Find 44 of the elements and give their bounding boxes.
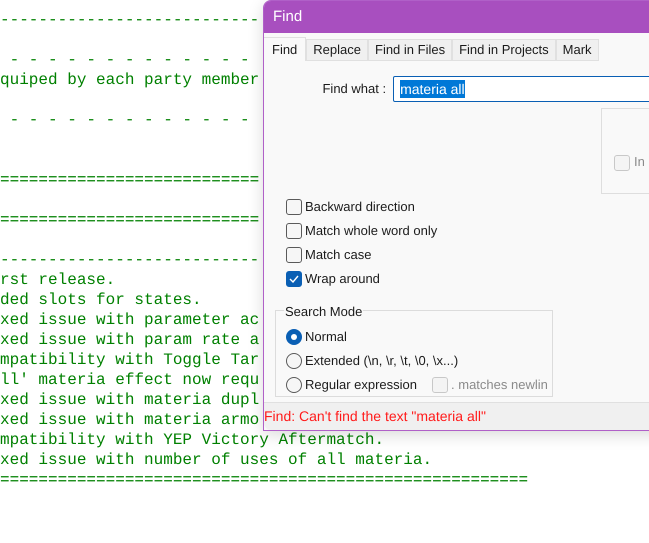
code-line: rst release. [0,270,116,290]
in-selection-label: In [634,152,645,170]
tab[interactable]: Replace [306,39,368,61]
check-icon [289,275,299,283]
tab[interactable]: Find in Files [368,39,452,61]
option-label: Wrap around [305,270,380,288]
code-line: xed issue with param rate a [0,330,260,350]
find-what-label: Find what : [321,80,386,98]
checkbox[interactable] [286,247,302,263]
radio-button[interactable] [286,377,302,393]
radio-button[interactable] [286,329,302,345]
find-what-field[interactable]: materia all [393,76,649,102]
matches-newline-label: . matches newlin [451,376,548,394]
tab[interactable]: Mark [556,39,599,61]
code-line: xed issue with number of uses of all materia. [0,450,432,470]
code-line: =========================== [0,170,260,190]
mode-label: Regular expression [305,376,418,394]
code-line: =========================== [0,210,260,230]
code-line: xed issue with parameter ac [0,310,260,330]
code-line: quiped by each party member [0,70,260,90]
option-label: Match case [305,246,372,264]
code-line: ll' materia effect now requ [0,370,260,390]
code-line: ======================================================= [0,470,528,490]
mode-label: Extended (\n, \r, \t, \0, \x...) [305,352,458,370]
window-title: Find [273,6,302,27]
code-line: mpatibility with Toggle Tar [0,350,260,370]
code-line: --------------------------- [0,250,260,270]
mode-label: Normal [305,328,347,346]
status-message: Find: Can't find the text "materia all" [264,407,486,426]
option-label: Backward direction [305,198,415,216]
code-line: --------------------------- [0,10,260,30]
tab[interactable]: Find in Projects [452,39,556,61]
checkbox[interactable] [286,271,302,287]
code-line: ded slots for states. [0,290,202,310]
tab[interactable]: Find [264,37,306,61]
checkbox[interactable] [286,199,302,215]
option-label: Match whole word only [305,222,438,240]
code-line: xed issue with materia dupl [0,390,260,410]
radio-button[interactable] [286,353,302,369]
code-line: - - - - - - - - - - - - - [8,110,250,130]
code-line: mpatibility with YEP Victory Aftermatch. [0,430,384,450]
code-line: - - - - - - - - - - - - - [8,50,250,70]
code-line: xed issue with materia armo [0,410,260,430]
checkbox[interactable] [286,223,302,239]
